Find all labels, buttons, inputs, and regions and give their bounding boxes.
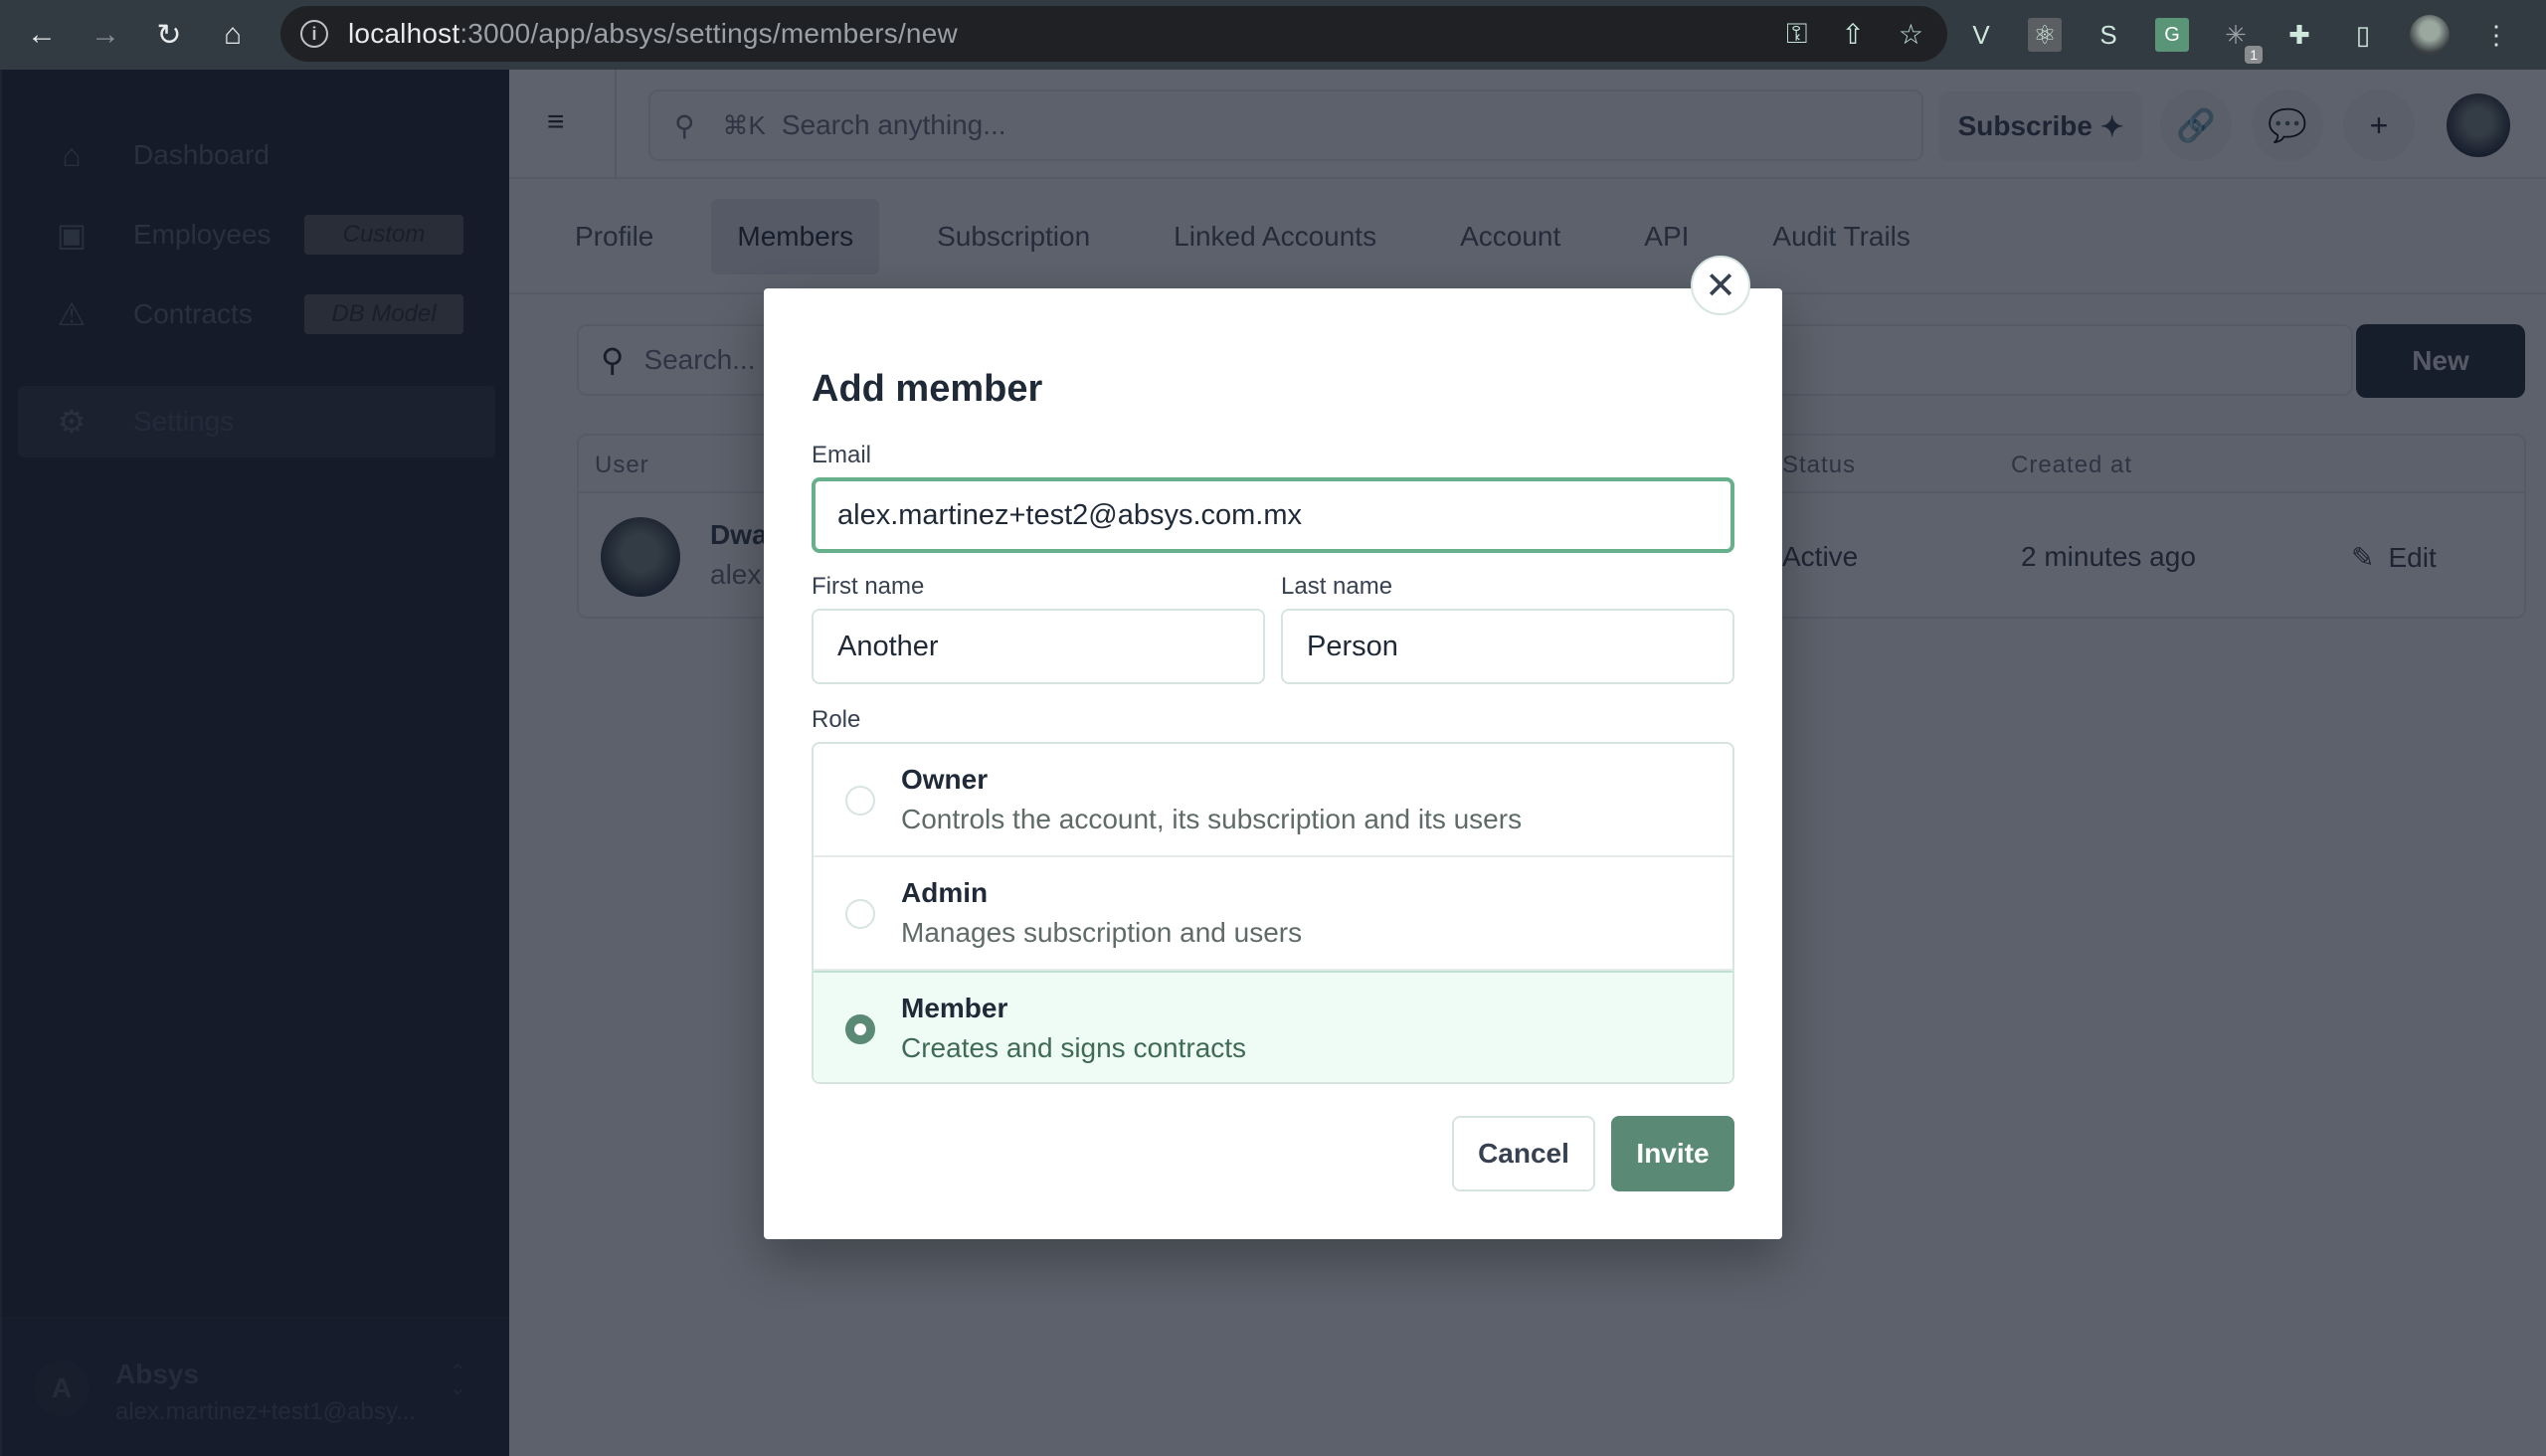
url-path: :3000/app/absys/settings/members/new xyxy=(459,18,958,49)
browser-toolbar: ← → ↻ ⌂ i localhost:3000/app/absys/setti… xyxy=(0,0,2546,70)
role-option-owner[interactable]: Owner Controls the account, its subscrip… xyxy=(814,744,1732,857)
side-panel-icon[interactable]: ▯ xyxy=(2346,18,2380,52)
address-bar[interactable]: i localhost:3000/app/absys/settings/memb… xyxy=(280,6,1947,62)
url-text[interactable]: localhost:3000/app/absys/settings/member… xyxy=(348,18,958,50)
cancel-button[interactable]: Cancel xyxy=(1452,1116,1595,1191)
role-label: Role xyxy=(812,706,861,733)
add-member-dialog: Add member Email alex.martinez+test2@abs… xyxy=(764,288,1782,1239)
vue-devtools-icon[interactable]: V xyxy=(1964,18,1998,52)
extension-badge: 1 xyxy=(2245,46,2263,64)
role-option-admin[interactable]: Admin Manages subscription and users xyxy=(814,857,1732,971)
browser-profile-avatar[interactable] xyxy=(2410,15,2450,55)
extensions-bar: V ⚛ S G ✳ 1 ✚ ▯ ⋮ xyxy=(1964,8,2513,64)
last-name-label: Last name xyxy=(1281,573,1393,600)
role-description: Manages subscription and users xyxy=(901,917,1303,948)
owner-radio[interactable] xyxy=(845,786,875,816)
forward-icon[interactable]: → xyxy=(84,13,127,57)
browser-menu-icon[interactable]: ⋮ xyxy=(2479,18,2513,52)
google-translate-icon[interactable]: G xyxy=(2155,18,2189,52)
puzzle-extensions-icon[interactable]: ✚ xyxy=(2282,18,2316,52)
role-description: Controls the account, its subscription a… xyxy=(901,804,1523,834)
email-field[interactable]: alex.martinez+test2@absys.com.mx xyxy=(812,477,1734,553)
url-host: localhost xyxy=(348,18,460,49)
invite-button[interactable]: Invite xyxy=(1611,1116,1734,1191)
bookmark-star-icon[interactable]: ☆ xyxy=(1899,18,1923,51)
role-name: Admin xyxy=(901,877,989,908)
role-name: Member xyxy=(901,993,1008,1023)
role-name: Owner xyxy=(901,764,989,795)
admin-radio[interactable] xyxy=(845,899,875,929)
first-name-label: First name xyxy=(812,573,925,600)
dialog-title: Add member xyxy=(812,368,1043,410)
reload-icon[interactable]: ↻ xyxy=(147,13,191,57)
last-name-field[interactable]: Person xyxy=(1281,609,1734,684)
home-icon[interactable]: ⌂ xyxy=(211,13,255,57)
email-label: Email xyxy=(812,442,872,468)
password-key-icon[interactable]: ⚿ xyxy=(1786,18,1807,51)
back-icon[interactable]: ← xyxy=(20,13,64,57)
member-radio[interactable] xyxy=(845,1014,875,1044)
first-name-field[interactable]: Another xyxy=(812,609,1265,684)
role-description: Creates and signs contracts xyxy=(901,1032,1247,1063)
role-option-member[interactable]: Member Creates and signs contracts xyxy=(814,971,1732,1082)
role-radio-group: Owner Controls the account, its subscrip… xyxy=(812,742,1734,1084)
close-icon[interactable]: ✕ xyxy=(1691,256,1750,315)
svelte-devtools-icon[interactable]: S xyxy=(2091,18,2125,52)
share-icon[interactable]: ⇧ xyxy=(1841,18,1864,51)
sparkle-extension-icon[interactable]: ✳ 1 xyxy=(2219,18,2263,64)
site-info-icon[interactable]: i xyxy=(300,20,328,48)
react-devtools-icon[interactable]: ⚛ xyxy=(2028,18,2062,52)
